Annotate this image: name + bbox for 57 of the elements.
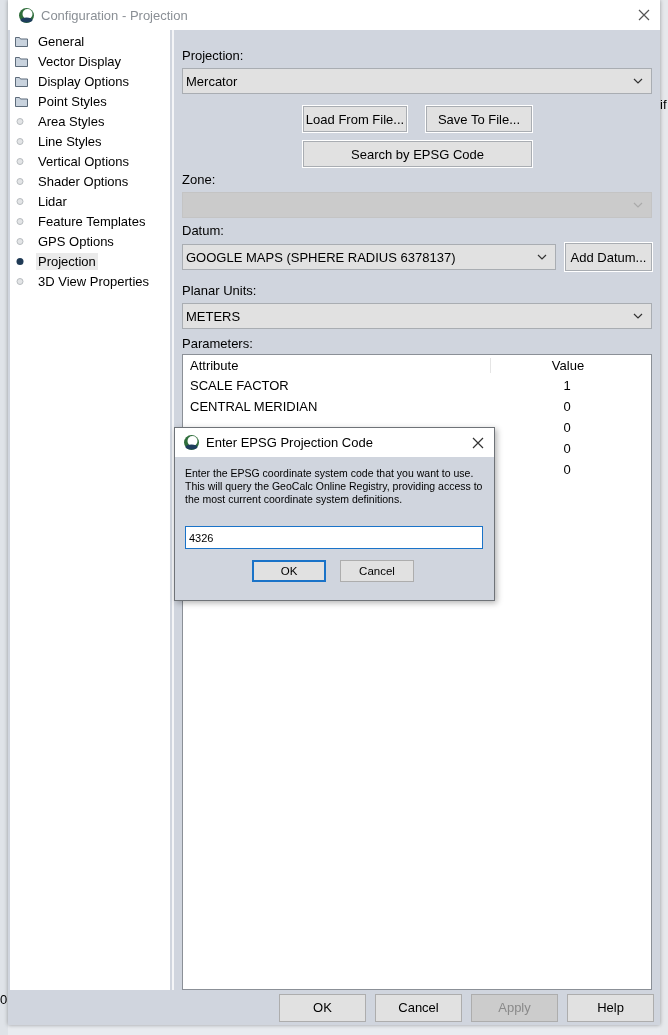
app-logo-icon [183,434,200,451]
chevron-down-icon [633,313,643,320]
search-button[interactable]: Search by EPSG Code [303,141,532,168]
table-cell-text: 0 [562,420,572,436]
dropdown[interactable]: METERS [182,303,652,330]
save-button[interactable]: Save To File... [426,106,532,133]
dropdown[interactable]: Mercator [182,68,652,95]
load-button[interactable]: Load From File... [303,106,407,133]
background-text: if [660,97,668,112]
field-label: Projection: [182,47,245,65]
dialog-button[interactable]: OK [279,993,366,1022]
field-label: Datum: [182,222,225,240]
sidebar-item[interactable]: Shader Options [36,172,131,190]
table-cell-text: 0 [562,441,572,457]
table-cell-text: 1 [562,378,572,394]
field-label: Planar Units: [182,282,258,300]
sidebar-item[interactable]: Display Options [36,72,132,90]
sidebar-item[interactable]: Lidar [36,192,69,210]
sidebar-item[interactable]: Vector Display [36,52,124,70]
sidebar-item[interactable]: GPS Options [36,232,116,250]
dialog-button[interactable]: Help [567,993,654,1022]
table-cell-text: 0 [562,462,572,478]
chevron-down-icon [537,254,547,261]
table-cell-text: SCALE FACTOR [189,378,290,394]
input-field[interactable]: 4326 [185,526,483,549]
sidebar-item[interactable]: Line Styles [36,132,104,150]
close-icon[interactable] [472,436,484,449]
dialog-button[interactable]: OK [252,560,326,582]
folder-icon [15,35,28,47]
sidebar-item[interactable]: Vertical Options [36,152,132,170]
dialog-button[interactable]: Cancel [375,993,462,1022]
sidebar-item[interactable]: Point Styles [36,92,109,110]
sidebar-item[interactable]: 3D View Properties [36,272,152,290]
folder-icon [15,55,28,67]
sidebar-item[interactable]: General [36,32,87,50]
dialog-button[interactable]: Cancel [340,560,414,582]
table-cell-text: 0 [562,399,572,415]
dropdown[interactable]: GOOGLE MAPS (SPHERE RADIUS 6378137) [182,244,556,271]
add-datum-button[interactable]: Add Datum... [565,243,652,272]
sidebar-item[interactable]: Area Styles [36,112,107,130]
column-header: Value [550,357,586,373]
chevron-down-icon [633,78,643,85]
field-label: Parameters: [182,335,254,353]
field-label: Zone: [182,171,217,189]
table-cell-text: CENTRAL MERIDIAN [189,399,319,415]
dialog-message: Enter the EPSG coordinate system code that you want to use. This will query the GeoCalc Online Registry, providing access to the most current coordinate system definitions. [185,467,484,506]
column-header: Attribute [183,357,491,373]
close-icon[interactable] [638,9,650,22]
chevron-down-icon [633,202,643,209]
sidebar-item[interactable]: Feature Templates [36,212,148,230]
folder-icon [15,95,28,107]
app-logo-icon [18,6,35,24]
window-title: Configuration - Projection [41,7,189,23]
background-text: 0 [0,992,8,1007]
sidebar-item[interactable]: Projection [36,252,98,270]
dialog-title: Enter EPSG Projection Code [206,435,374,450]
folder-icon [15,75,28,87]
